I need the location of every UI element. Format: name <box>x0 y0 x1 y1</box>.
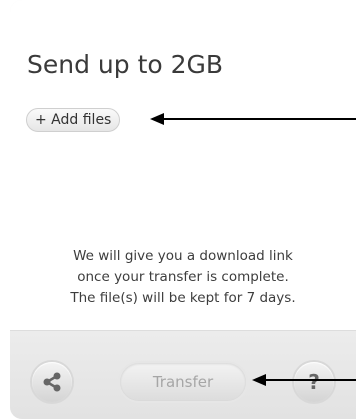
info-line: We will give you a download link <box>73 248 293 264</box>
page: Send up to 2GB + Add files We will give … <box>0 0 356 419</box>
help-button[interactable]: ? <box>294 362 334 402</box>
info-section: We will give you a download link once yo… <box>10 226 356 331</box>
info-line: The file(s) will be kept for 7 days. <box>70 290 296 306</box>
info-line: once your transfer is complete. <box>77 269 289 285</box>
share-icon <box>43 372 61 392</box>
info-text: We will give you a download link once yo… <box>10 246 356 309</box>
footer-toolbar: Transfer ? <box>10 331 356 419</box>
upload-headline: Send up to 2GB <box>27 50 224 79</box>
share-button[interactable] <box>32 362 72 402</box>
transfer-panel: Send up to 2GB + Add files We will give … <box>10 0 356 419</box>
upload-area: Send up to 2GB + Add files <box>10 0 356 227</box>
add-files-button[interactable]: + Add files <box>26 108 121 132</box>
transfer-button[interactable]: Transfer <box>120 363 246 401</box>
help-icon: ? <box>308 370 320 394</box>
